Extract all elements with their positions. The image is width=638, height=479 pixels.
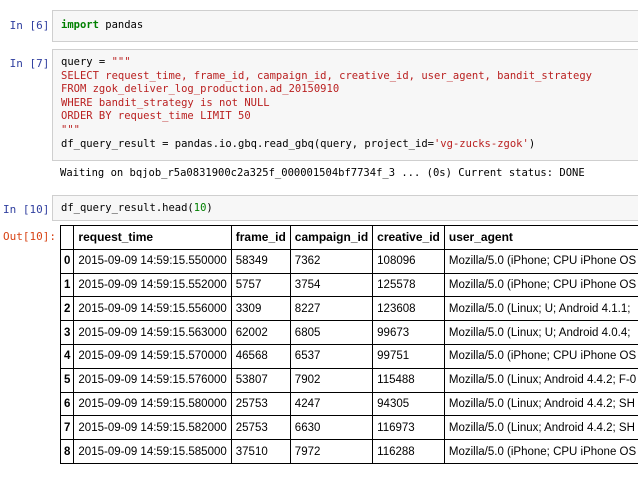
code-var: query = bbox=[61, 56, 112, 68]
table-cell: 3309 bbox=[230, 296, 291, 322]
table-cell: Mozilla/5.0 (Linux; Android 4.4.2; F-0 bbox=[443, 367, 638, 393]
table-cell: Mozilla/5.0 (Linux; U; Android 4.0.4; bbox=[443, 320, 638, 345]
table-cell: Mozilla/5.0 (Linux; U; Android 4.1.1; bbox=[443, 296, 638, 322]
input-prompt-6: In [6]: bbox=[9, 19, 56, 32]
table-cell: 2015-09-09 14:59:15.585000 bbox=[73, 439, 232, 464]
column-header bbox=[59, 225, 75, 250]
table-cell: 53807 bbox=[230, 367, 291, 393]
table-cell: 7362 bbox=[289, 248, 374, 274]
table-cell: Mozilla/5.0 (Linux; Android 4.4.2; SH bbox=[443, 391, 638, 417]
table-cell: 94305 bbox=[372, 391, 445, 417]
table-cell: 6537 bbox=[289, 343, 374, 369]
table-cell: 2015-09-09 14:59:15.582000 bbox=[73, 415, 232, 441]
notebook: In [6]: import pandas In [7]: query = ""… bbox=[0, 0, 638, 479]
table-cell: 4247 bbox=[289, 391, 374, 417]
stream-output: Waiting on bqjob_r5a0831900c2a325f_00000… bbox=[60, 167, 585, 179]
row-index: 4 bbox=[59, 343, 75, 369]
table-cell: 6805 bbox=[289, 320, 374, 345]
sql-line: ORDER BY request_time LIMIT 50 bbox=[61, 110, 251, 123]
table-cell: 2015-09-09 14:59:15.556000 bbox=[73, 296, 232, 322]
table-cell: 116288 bbox=[372, 439, 445, 464]
table-row: 7 2015-09-09 14:59:15.582000 25753 6630 1169… bbox=[59, 415, 638, 441]
table-cell: 2015-09-09 14:59:15.552000 bbox=[73, 272, 232, 298]
table-row: 6 2015-09-09 14:59:15.580000 25753 4247 9430… bbox=[59, 391, 638, 417]
code-cell-10[interactable]: df_query_result.head(10) bbox=[52, 195, 638, 221]
row-index: 2 bbox=[59, 296, 75, 322]
column-header: campaign_id bbox=[289, 225, 374, 250]
table-cell: 3754 bbox=[289, 272, 374, 298]
input-prompt-7: In [7]: bbox=[9, 57, 56, 70]
table-row: 3 2015-09-09 14:59:15.563000 62002 6805 9967… bbox=[59, 320, 638, 345]
code-call-end: ) bbox=[528, 137, 536, 150]
table-cell: 2015-09-09 14:59:15.580000 bbox=[73, 391, 232, 417]
table-cell: Mozilla/5.0 (iPhone; CPU iPhone OS bbox=[443, 343, 638, 369]
table-row: 2 2015-09-09 14:59:15.556000 3309 8227 12360… bbox=[59, 296, 638, 322]
output-prompt-10: Out[10]: bbox=[3, 230, 56, 243]
table-cell: 7972 bbox=[289, 439, 374, 464]
table-cell: 99673 bbox=[372, 320, 445, 345]
code-keyword: import bbox=[61, 19, 99, 31]
dataframe-table: request_time frame_id campaign_id creati… bbox=[59, 225, 638, 464]
column-header: user_agent bbox=[443, 225, 638, 250]
table-cell: 108096 bbox=[372, 248, 445, 274]
code-number: 10 bbox=[193, 202, 207, 214]
sql-line: SELECT request_time, frame_id, campaign_… bbox=[61, 69, 593, 82]
column-header: frame_id bbox=[230, 225, 291, 250]
sql-line: """ bbox=[61, 123, 80, 136]
table-cell: Mozilla/5.0 (iPhone; CPU iPhone OS bbox=[443, 272, 638, 298]
table-cell: 125578 bbox=[372, 272, 445, 298]
code-text: df_query_result.head( bbox=[61, 202, 194, 214]
row-index: 3 bbox=[59, 320, 75, 345]
code-call: df_query_result = pandas.io.gbq.read_gbq… bbox=[61, 137, 434, 150]
row-index: 8 bbox=[59, 439, 75, 464]
row-index: 5 bbox=[59, 367, 75, 393]
table-cell: Mozilla/5.0 (Linux; Android 4.4.2; SH bbox=[443, 415, 638, 441]
table-row: 1 2015-09-09 14:59:15.552000 5757 3754 12557… bbox=[59, 272, 638, 298]
code-text-end: ) bbox=[206, 202, 213, 214]
table-cell: 25753 bbox=[230, 391, 291, 417]
table-cell: 116973 bbox=[372, 415, 445, 441]
table-cell: 5757 bbox=[230, 272, 291, 298]
input-prompt-10: In [10]: bbox=[3, 203, 56, 216]
table-cell: 58349 bbox=[230, 248, 291, 274]
table-cell: 2015-09-09 14:59:15.570000 bbox=[73, 343, 232, 369]
table-cell: Mozilla/5.0 (iPhone; CPU iPhone OS bbox=[443, 439, 638, 464]
table-row: 5 2015-09-09 14:59:15.576000 53807 7902 1154… bbox=[59, 367, 638, 393]
code-cell-7[interactable]: query = """ SELECT request_time, frame_i… bbox=[52, 49, 638, 161]
table-cell: Mozilla/5.0 (iPhone; CPU iPhone OS bbox=[443, 248, 638, 274]
column-header: creative_id bbox=[372, 225, 445, 250]
table-row: 0 2015-09-09 14:59:15.550000 58349 7362 1080… bbox=[59, 248, 638, 274]
table-cell: 2015-09-09 14:59:15.563000 bbox=[73, 320, 232, 345]
column-header: request_time bbox=[73, 225, 232, 250]
table-cell: 115488 bbox=[372, 367, 445, 393]
table-row: 8 2015-09-09 14:59:15.585000 37510 7972 1162… bbox=[59, 439, 638, 464]
table-header-row: request_time frame_id campaign_id creati… bbox=[59, 225, 638, 250]
code-string-open: """ bbox=[111, 56, 131, 68]
row-index: 0 bbox=[59, 248, 75, 274]
table-cell: 8227 bbox=[289, 296, 374, 322]
table-cell: 25753 bbox=[230, 415, 291, 441]
table-cell: 6630 bbox=[289, 415, 374, 441]
code-cell-6[interactable]: import pandas bbox=[52, 10, 638, 42]
code-string: 'vg-zucks-zgok' bbox=[433, 137, 529, 150]
row-index: 1 bbox=[59, 272, 75, 298]
row-index: 6 bbox=[59, 391, 75, 417]
table-cell: 46568 bbox=[230, 343, 291, 369]
sql-line: FROM zgok_deliver_log_production.ad_2015… bbox=[61, 83, 340, 96]
sql-line: WHERE bandit_strategy is not NULL bbox=[61, 96, 270, 109]
table-cell: 7902 bbox=[289, 367, 374, 393]
table-cell: 37510 bbox=[230, 439, 291, 464]
table-cell: 99751 bbox=[372, 343, 445, 369]
table-cell: 2015-09-09 14:59:15.550000 bbox=[73, 248, 232, 274]
code-text: pandas bbox=[98, 19, 144, 31]
table-row: 4 2015-09-09 14:59:15.570000 46568 6537 9975… bbox=[59, 343, 638, 369]
table-cell: 62002 bbox=[230, 320, 291, 345]
table-cell: 2015-09-09 14:59:15.576000 bbox=[73, 367, 232, 393]
row-index: 7 bbox=[59, 415, 75, 441]
table-cell: 123608 bbox=[372, 296, 445, 322]
